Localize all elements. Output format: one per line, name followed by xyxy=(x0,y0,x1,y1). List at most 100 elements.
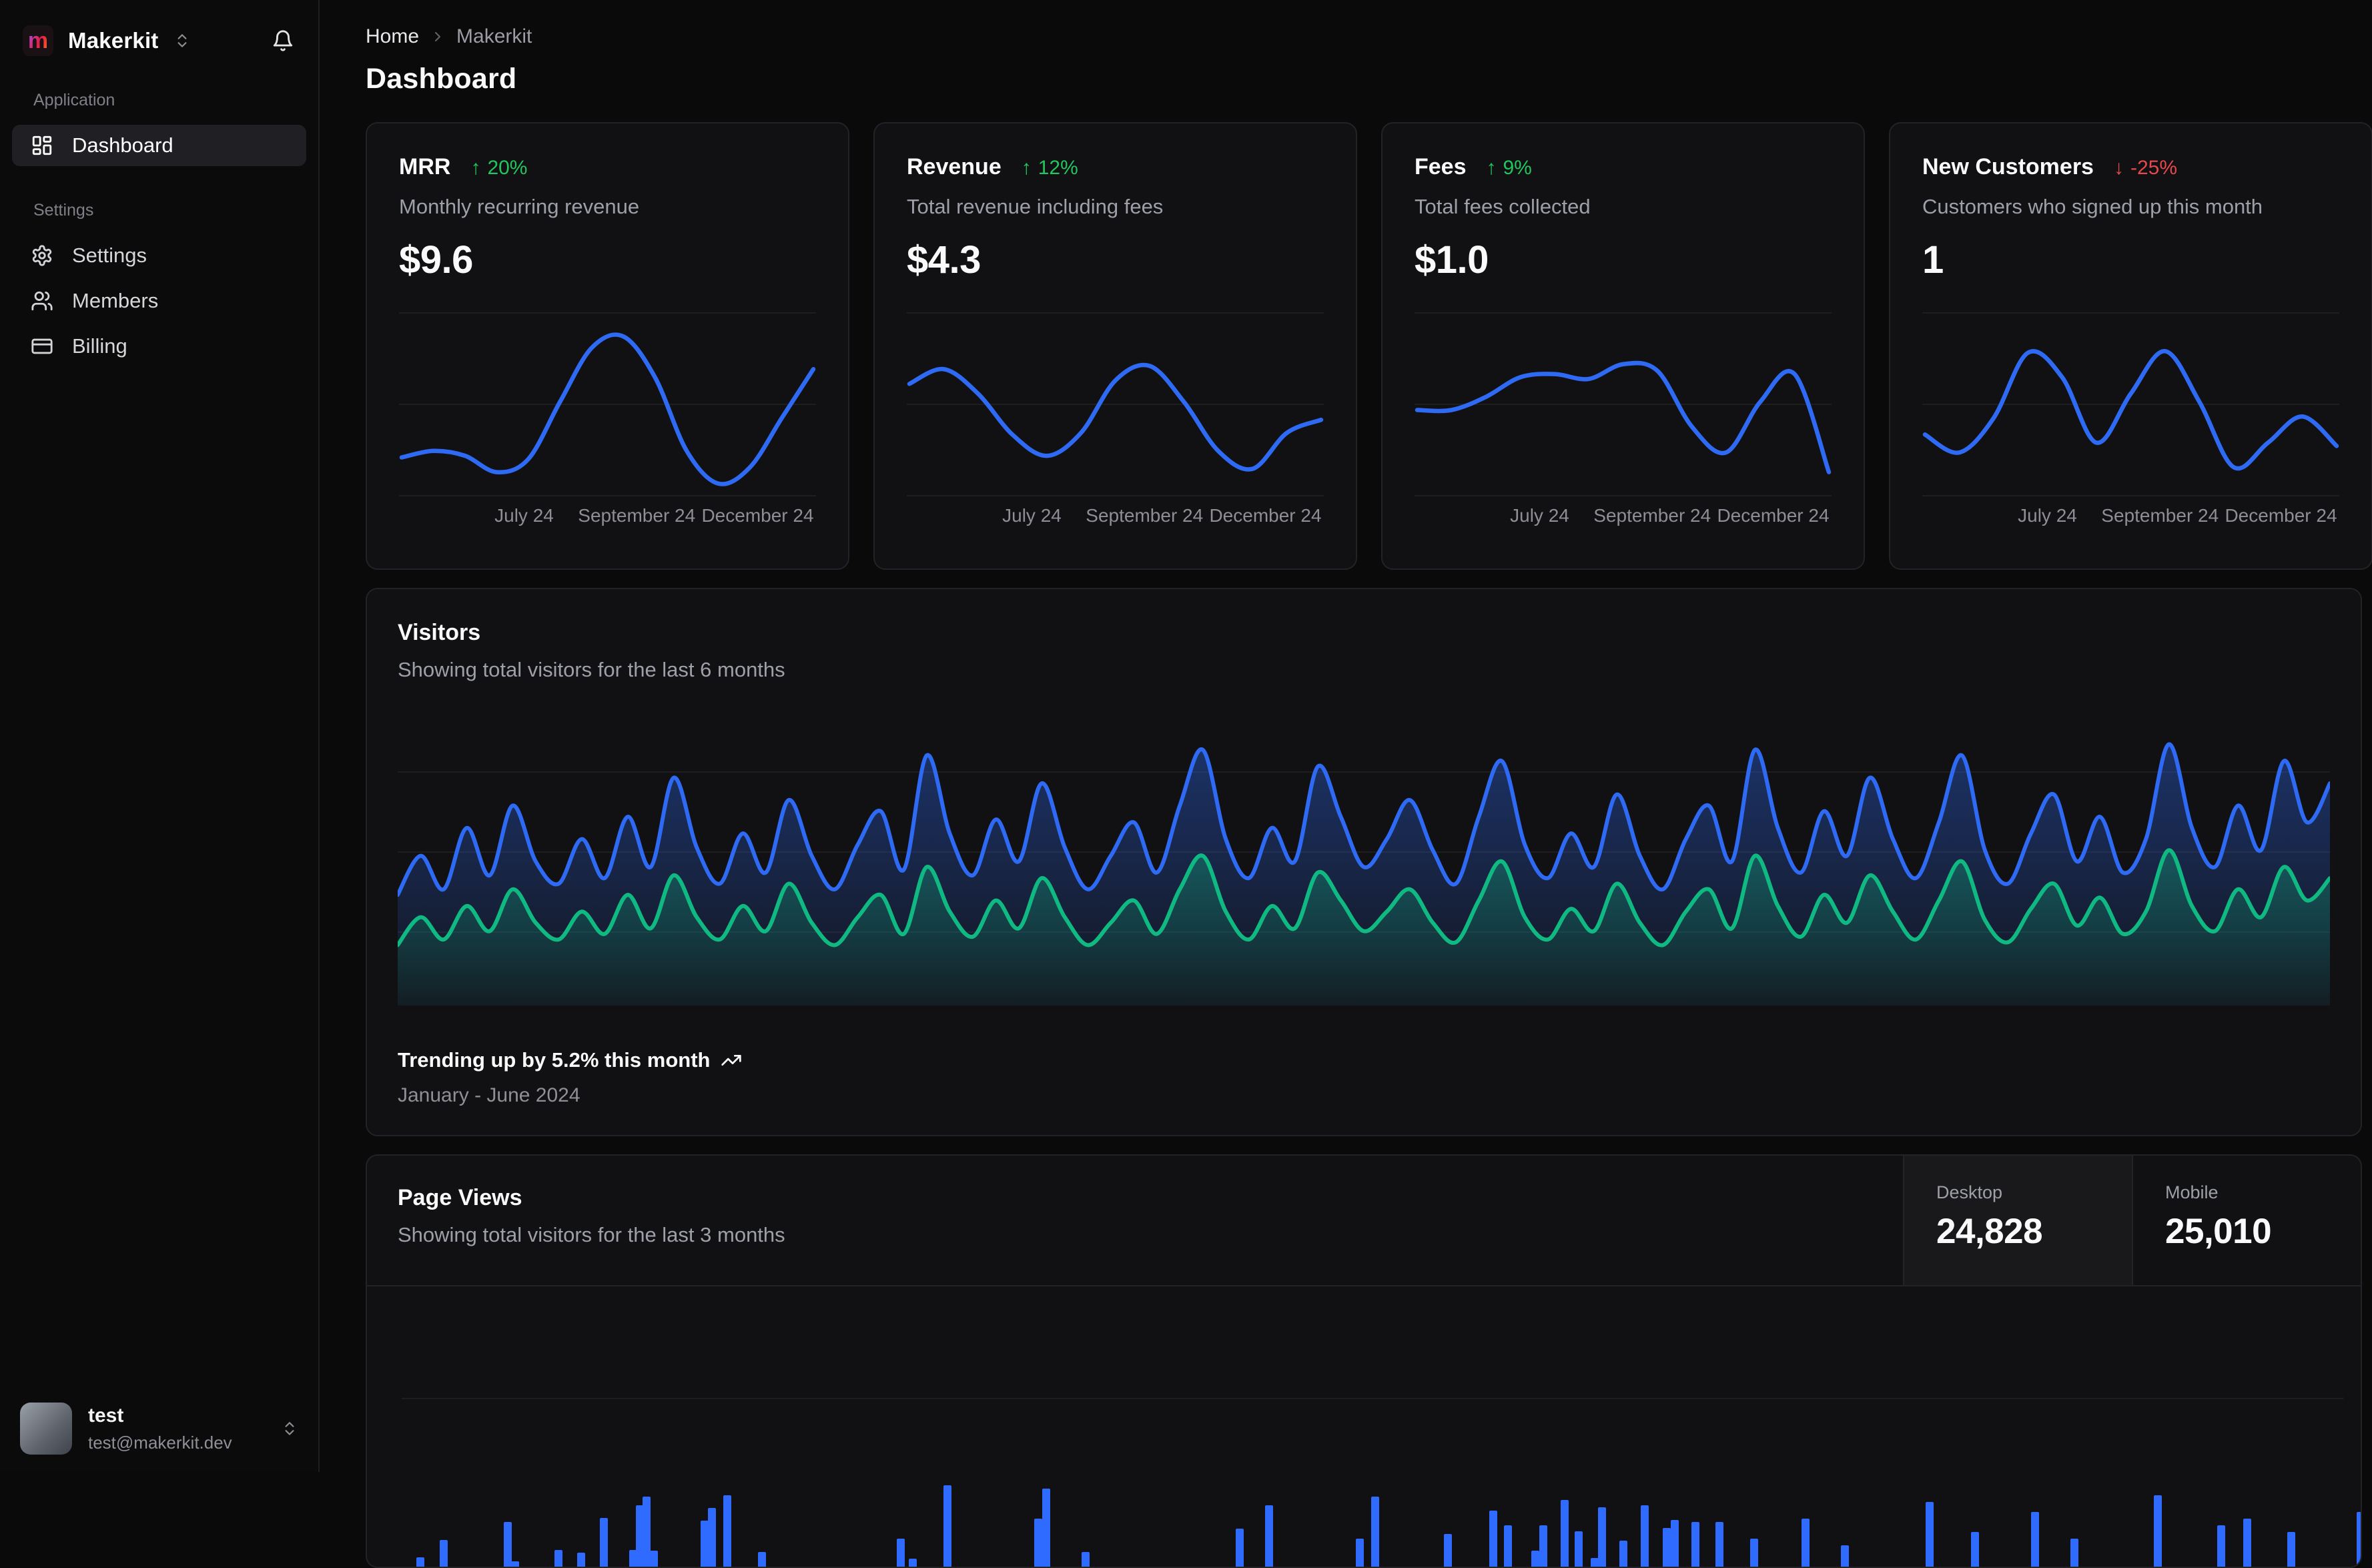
visitors-area-chart xyxy=(398,742,2330,1006)
sidebar-item-label: Members xyxy=(72,289,159,312)
chevrons-up-down-icon xyxy=(285,1422,294,1435)
trend-badge: ↑ 12% xyxy=(1021,157,1078,179)
stat-subtitle: Total fees collected xyxy=(1415,195,1591,218)
new-customers-sparkline-chart xyxy=(1922,312,2339,496)
layout-dashboard-icon xyxy=(32,135,52,155)
tab-label: Desktop xyxy=(1936,1182,2003,1202)
bar xyxy=(600,1518,608,1567)
section-label-settings: Settings xyxy=(33,201,94,220)
x-axis-tick: December 24 xyxy=(2225,505,2337,526)
stat-value: 1 xyxy=(1922,238,1944,282)
stat-value: $4.3 xyxy=(907,238,981,282)
bar xyxy=(1371,1497,1379,1567)
trend-badge: ↓ -25% xyxy=(2113,157,2178,179)
bar xyxy=(1561,1500,1569,1567)
bar xyxy=(943,1485,951,1567)
bar xyxy=(897,1539,905,1567)
user-email: test@makerkit.dev xyxy=(88,1432,232,1453)
logo-letter: m xyxy=(27,28,49,53)
bar xyxy=(1236,1529,1244,1567)
bar xyxy=(1802,1519,1810,1567)
bar xyxy=(1926,1502,1934,1567)
main-content: Home Makerkit Dashboard MRR ↑ 20% Monthly… xyxy=(320,0,2372,1568)
bar xyxy=(1504,1525,1512,1567)
bar xyxy=(1619,1541,1627,1567)
bar xyxy=(2154,1495,2162,1567)
breadcrumb-home-link[interactable]: Home xyxy=(366,25,419,48)
workspace-name: Makerkit xyxy=(68,28,159,53)
x-axis-tick: July 24 xyxy=(1510,505,1569,526)
trending-up-icon xyxy=(721,1055,742,1066)
page-views-bar-chart xyxy=(402,1286,2361,1567)
bar xyxy=(440,1540,448,1567)
bar xyxy=(1356,1539,1364,1567)
x-axis-labels: July 24 September 24 December 24 xyxy=(1922,505,2339,529)
user-menu[interactable]: test test@makerkit.dev xyxy=(0,1385,318,1472)
tab-mobile[interactable]: Mobile 25,010 xyxy=(2132,1156,2361,1285)
trend-badge: ↑ 20% xyxy=(470,157,528,179)
stat-title: MRR xyxy=(399,154,451,179)
bar xyxy=(1598,1507,1606,1567)
visitors-title: Visitors xyxy=(398,620,481,645)
trend-badge: ↑ 9% xyxy=(1486,157,1532,179)
bar xyxy=(1671,1520,1679,1567)
bar xyxy=(2357,1512,2361,1567)
stat-card-mrr: MRR ↑ 20% Monthly recurring revenue $9.6 … xyxy=(366,122,849,570)
x-axis-labels: July 24 September 24 December 24 xyxy=(907,505,1324,529)
bell-icon[interactable] xyxy=(272,29,294,52)
visitors-subtitle: Showing total visitors for the last 6 mo… xyxy=(398,658,785,681)
x-axis-tick: September 24 xyxy=(1086,505,1204,526)
bar xyxy=(2070,1539,2078,1567)
tab-desktop[interactable]: Desktop 24,828 xyxy=(1903,1156,2132,1285)
x-axis-tick: December 24 xyxy=(1717,505,1830,526)
arrow-down-icon: ↓ xyxy=(2113,157,2124,179)
x-axis-tick: September 24 xyxy=(2101,505,2219,526)
bar xyxy=(1663,1528,1671,1567)
bar xyxy=(577,1553,585,1567)
bar xyxy=(511,1561,519,1567)
sidebar-item-dashboard[interactable]: Dashboard xyxy=(12,125,306,166)
x-axis-labels: July 24 September 24 December 24 xyxy=(1415,505,1832,529)
tab-label: Mobile xyxy=(2165,1182,2219,1202)
stat-title: Revenue xyxy=(907,154,1002,179)
x-axis-tick: July 24 xyxy=(2018,505,2077,526)
bar xyxy=(2217,1525,2225,1567)
bar xyxy=(1489,1511,1497,1567)
sidebar-item-billing[interactable]: Billing xyxy=(12,326,306,367)
bar xyxy=(554,1550,562,1567)
sidebar-item-label: Billing xyxy=(72,334,127,358)
visitors-card: Visitors Showing total visitors for the … xyxy=(366,588,2362,1136)
credit-card-icon xyxy=(31,338,53,354)
stat-value: $9.6 xyxy=(399,238,473,282)
stat-cards-row: MRR ↑ 20% Monthly recurring revenue $9.6 … xyxy=(366,122,2372,570)
sidebar-item-label: Settings xyxy=(72,244,147,267)
bar xyxy=(1539,1525,1547,1567)
stat-card-new-customers: New Customers ↓ -25% Customers who signed… xyxy=(1889,122,2372,570)
revenue-sparkline-chart xyxy=(907,312,1324,496)
bar xyxy=(504,1522,512,1567)
bar xyxy=(1082,1552,1090,1567)
breadcrumb-current: Makerkit xyxy=(456,25,532,47)
page-views-title: Page Views xyxy=(398,1185,522,1210)
bar xyxy=(416,1557,424,1567)
sidebar-item-members[interactable]: Members xyxy=(12,280,306,322)
x-axis-tick: July 24 xyxy=(494,505,554,526)
sidebar-item-settings[interactable]: Settings xyxy=(12,235,306,276)
fees-sparkline-chart xyxy=(1415,312,1832,496)
bar xyxy=(1265,1505,1273,1567)
sidebar-nav: Application Dashboard Settings Settings … xyxy=(0,91,318,367)
chevrons-up-down-icon xyxy=(177,34,187,47)
bar xyxy=(708,1508,716,1567)
bar xyxy=(1750,1539,1758,1567)
x-axis-tick: December 24 xyxy=(701,505,814,526)
mrr-sparkline-chart xyxy=(399,312,816,496)
bar xyxy=(909,1559,917,1567)
bar xyxy=(1034,1519,1042,1567)
bar xyxy=(1641,1505,1649,1567)
bar xyxy=(1971,1532,1979,1567)
avatar xyxy=(20,1403,72,1455)
tab-value: 25,010 xyxy=(2165,1212,2272,1251)
sidebar: m Makerkit Application Dashboard Setting… xyxy=(0,0,320,1472)
breadcrumb: Home Makerkit xyxy=(366,25,2362,48)
workspace-selector[interactable]: m Makerkit xyxy=(23,25,191,56)
